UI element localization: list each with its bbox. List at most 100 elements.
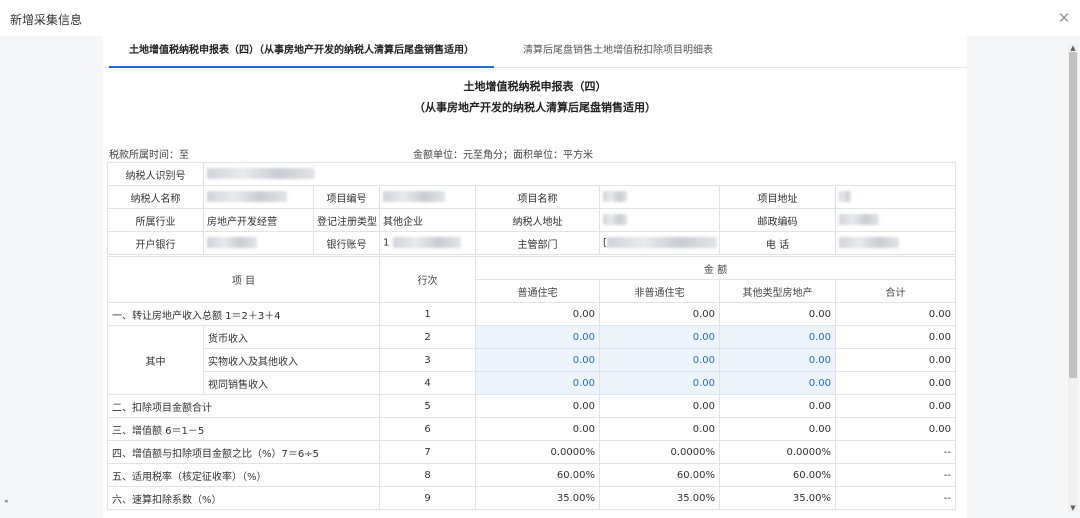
row-value-nonordinary: 0.0000%	[599, 440, 720, 464]
table-row: 二、扣除项目金额合计 5 0.00 0.00 0.00 0.00	[107, 394, 956, 418]
reg-type-value: 其他企业	[379, 208, 476, 232]
declaration-table: 项 目 行次 金 额 普通住宅 非普通住宅 其他类型房地产 合计 一、转让房地产…	[107, 256, 956, 510]
form-subtitle: （从事房地产开发的纳税人清算后尾盘销售适用）	[414, 101, 656, 114]
taxpayer-id-label: 纳税人识别号	[107, 162, 204, 186]
row-item: 实物收入及其他收入	[203, 348, 380, 372]
row-value-ordinary: 0.00	[475, 417, 600, 441]
row-value-total: 0.00	[835, 302, 956, 326]
row-value-other: 60.00%	[719, 463, 836, 487]
table-row: 四、增值额与扣除项目金额之比（%）7＝6÷5 7 0.0000% 0.0000%…	[107, 440, 956, 464]
row-value-ordinary: 0.0000%	[475, 440, 600, 464]
dialog-title: 新增采集信息	[10, 13, 83, 27]
row-line: 2	[379, 325, 476, 349]
close-icon[interactable]: ✕	[1054, 8, 1074, 28]
dialog-content: 土地增值税纳税申报表（四）（从事房地产开发的纳税人清算后尾盘销售适用） 清算后尾…	[0, 36, 1080, 518]
row-item: 五、适用税率（核定征收率）（%）	[107, 463, 380, 487]
taxpayer-name-value	[203, 185, 314, 209]
row-value-nonordinary: 0.00	[599, 302, 720, 326]
row-line: 3	[379, 348, 476, 372]
postcode-value	[834, 208, 957, 232]
row-line: 5	[379, 394, 476, 418]
vertical-scrollbar[interactable]: ▲ ▼	[1068, 44, 1078, 512]
input-ordinary[interactable]: 0.00	[475, 348, 600, 372]
row-item: 视同销售收入	[203, 371, 380, 395]
row-value-total: --	[835, 486, 956, 510]
input-other[interactable]: 0.00	[719, 371, 836, 395]
input-other[interactable]: 0.00	[719, 348, 836, 372]
col-line-header: 行次	[379, 256, 476, 303]
industry-label: 所属行业	[107, 208, 204, 232]
scroll-left-icon[interactable]: ◂	[4, 497, 8, 505]
row-value-other: 0.00	[719, 302, 836, 326]
row-value-nonordinary: 35.00%	[599, 486, 720, 510]
row-value-ordinary: 0.00	[475, 394, 600, 418]
account-label: 银行账号	[313, 231, 380, 255]
table-row: 三、增值额 6＝1－5 6 0.00 0.00 0.00 0.00	[107, 417, 956, 441]
row-item: 四、增值额与扣除项目金额之比（%）7＝6÷5	[107, 440, 380, 464]
row-line: 9	[379, 486, 476, 510]
col-ordinary-header: 普通住宅	[475, 279, 600, 303]
bank-label: 开户银行	[107, 231, 204, 255]
industry-value: 房地产开发经营	[203, 208, 314, 232]
row-item: 三、增值额 6＝1－5	[107, 417, 380, 441]
col-item-header: 项 目	[107, 256, 380, 303]
scroll-down-icon[interactable]: ▼	[1068, 504, 1078, 512]
input-ordinary[interactable]: 0.00	[475, 325, 600, 349]
table-row: 视同销售收入 4 0.00 0.00 0.00 0.00	[108, 371, 956, 395]
row-value-nonordinary: 60.00%	[599, 463, 720, 487]
row-item: 一、转让房地产收入总额 1＝2＋3＋4	[107, 302, 380, 326]
dialog-title-bar: 新增采集信息 ✕	[0, 0, 1080, 36]
row-value-other: 0.0000%	[719, 440, 836, 464]
input-nonordinary[interactable]: 0.00	[599, 371, 720, 395]
scrollbar-thumb[interactable]	[1069, 52, 1077, 378]
row-value-other: 0.00	[719, 394, 836, 418]
row-value-total: --	[835, 440, 956, 464]
col-total-header: 合计	[835, 279, 956, 303]
phone-label: 电 话	[719, 231, 836, 255]
col-other-header: 其他类型房地产	[719, 279, 836, 303]
project-name-label: 项目名称	[475, 185, 600, 209]
tab-deduction-detail[interactable]: 清算后尾盘销售土地增值税扣除项目明细表	[493, 36, 743, 68]
authority-value: [	[599, 231, 720, 255]
table-row: 实物收入及其他收入 3 0.00 0.00 0.00 0.00	[108, 348, 956, 372]
postcode-label: 邮政编码	[719, 208, 836, 232]
taxpayer-id-value	[202, 162, 957, 186]
taxpayer-addr-label: 纳税人地址	[475, 208, 600, 232]
input-other[interactable]: 0.00	[719, 325, 836, 349]
row-value-total: --	[835, 463, 956, 487]
row-value-nonordinary: 0.00	[599, 417, 720, 441]
tax-period-label: 税款所属时间：至	[109, 150, 189, 161]
row-item: 货币收入	[203, 325, 380, 349]
row-value-ordinary: 0.00	[475, 302, 600, 326]
reg-type-label: 登记注册类型	[313, 208, 380, 232]
input-nonordinary[interactable]: 0.00	[599, 348, 720, 372]
phone-value	[834, 231, 957, 255]
col-nonordinary-header: 非普通住宅	[599, 279, 720, 303]
table-row: 五、适用税率（核定征收率）（%） 8 60.00% 60.00% 60.00% …	[107, 463, 956, 487]
table-row: 一、转让房地产收入总额 1＝2＋3＋4 1 0.00 0.00 0.00 0.0…	[107, 302, 956, 326]
row-value-total: 0.00	[835, 394, 956, 418]
form-panel: 土地增值税纳税申报表（四）（从事房地产开发的纳税人清算后尾盘销售适用） 清算后尾…	[103, 36, 967, 518]
row-item: 二、扣除项目金额合计	[107, 394, 380, 418]
table-row: 六、速算扣除系数（%） 9 35.00% 35.00% 35.00% --	[107, 486, 956, 510]
input-ordinary[interactable]: 0.00	[475, 371, 600, 395]
col-amount-header: 金 额	[475, 256, 956, 280]
project-no-value	[379, 185, 476, 209]
row-value-total: 0.00	[835, 325, 956, 349]
row-item: 六、速算扣除系数（%）	[107, 486, 380, 510]
row-value-other: 35.00%	[719, 486, 836, 510]
scroll-up-icon[interactable]: ▲	[1068, 44, 1078, 52]
row-line: 8	[379, 463, 476, 487]
project-name-value	[599, 185, 720, 209]
row-line: 4	[379, 371, 476, 395]
taxpayer-name-label: 纳税人名称	[107, 185, 204, 209]
tab-bar: 土地增值税纳税申报表（四）（从事房地产开发的纳税人清算后尾盘销售适用） 清算后尾…	[103, 36, 967, 68]
input-nonordinary[interactable]: 0.00	[599, 325, 720, 349]
table-row: 其中 货币收入 2 0.00 0.00 0.00 0.00	[107, 325, 956, 395]
project-no-label: 项目编号	[313, 185, 380, 209]
form-title: 土地增值税纳税申报表（四）	[463, 80, 607, 93]
row-line: 7	[379, 440, 476, 464]
tab-form-four[interactable]: 土地增值税纳税申报表（四）（从事房地产开发的纳税人清算后尾盘销售适用）	[109, 36, 494, 68]
bank-value	[203, 231, 314, 255]
row-value-total: 0.00	[835, 371, 956, 395]
